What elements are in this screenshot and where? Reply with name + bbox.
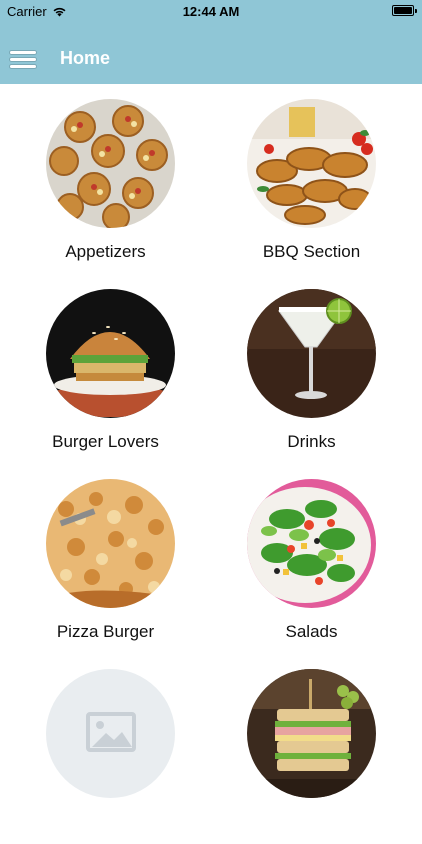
salad-photo — [247, 479, 376, 608]
sandwich-photo — [247, 669, 376, 798]
category-pizza-burger[interactable]: Pizza Burger — [0, 464, 211, 654]
status-time: 12:44 AM — [182, 4, 240, 19]
hamburger-menu-icon[interactable] — [10, 51, 36, 69]
battery-icon — [392, 5, 417, 16]
status-bar: Carrier 12:44 AM — [0, 0, 422, 22]
category-item-8[interactable] — [211, 654, 422, 844]
category-label: BBQ Section — [262, 242, 361, 261]
category-salads[interactable]: Salads — [211, 464, 422, 654]
category-label: Pizza Burger — [56, 622, 155, 641]
bbq-photo — [247, 99, 376, 228]
pizza-photo — [46, 479, 175, 608]
drink-photo — [247, 289, 376, 418]
appetizers-photo — [46, 99, 175, 228]
battery-fill — [394, 7, 412, 14]
category-item-7[interactable] — [0, 654, 211, 844]
category-appetizers[interactable]: Appetizers — [0, 84, 211, 274]
burger-photo — [46, 289, 175, 418]
category-bbq-section[interactable]: BBQ Section — [211, 84, 422, 274]
category-burger-lovers[interactable]: Burger Lovers — [0, 274, 211, 464]
image-placeholder — [46, 669, 175, 798]
category-label: Drinks — [287, 432, 336, 451]
battery-nub — [415, 9, 417, 13]
page-title: Home — [60, 48, 111, 68]
category-label: Burger Lovers — [52, 432, 159, 451]
category-drinks[interactable]: Drinks — [211, 274, 422, 464]
category-label: Appetizers — [65, 242, 146, 261]
category-label: Salads — [285, 622, 338, 641]
navigation-bar: Home — [0, 22, 422, 84]
